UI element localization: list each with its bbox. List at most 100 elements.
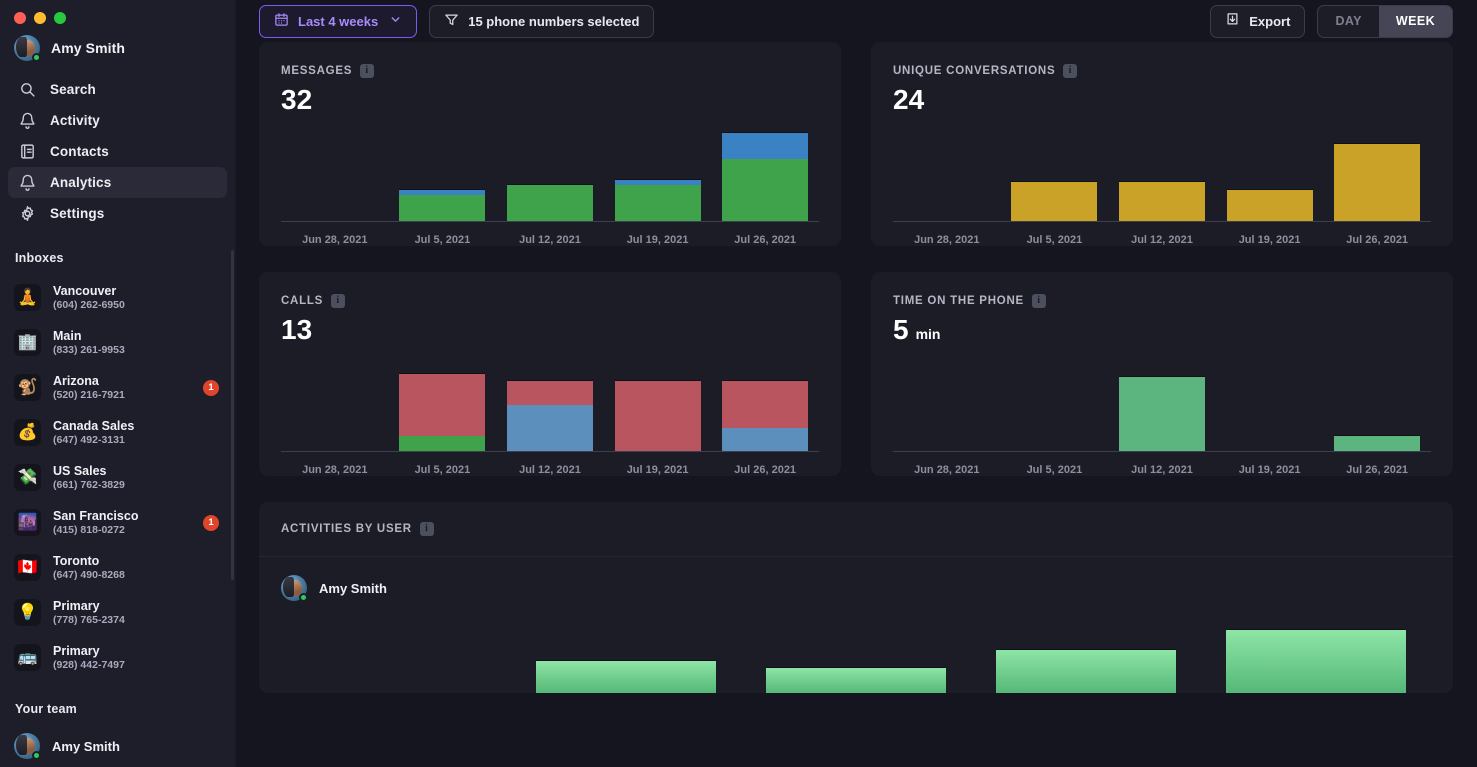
list-item[interactable]: 🇨🇦 Toronto (647) 490-8268 — [0, 545, 235, 590]
granularity-option-day[interactable]: DAY — [1318, 6, 1378, 37]
bar[interactable] — [996, 648, 1176, 693]
bar-slot[interactable] — [893, 128, 1001, 221]
bar-slot[interactable] — [1001, 128, 1109, 221]
export-button[interactable]: Export — [1210, 4, 1306, 38]
bar-segment-conversations — [1226, 190, 1313, 221]
x-axis-label: Jun 28, 2021 — [302, 234, 368, 246]
bar-slot[interactable] — [1001, 358, 1109, 451]
inbox-number: (415) 818-0272 — [53, 523, 125, 536]
x-axis-label: Jul 12, 2021 — [519, 234, 581, 246]
inbox-name: US Sales — [53, 463, 107, 478]
sidebar-item-activity[interactable]: Activity — [8, 105, 227, 136]
bar-slot[interactable] — [1216, 358, 1324, 451]
info-icon[interactable]: i — [331, 294, 346, 308]
bar[interactable] — [614, 380, 701, 451]
maximize-window-button[interactable] — [54, 11, 66, 24]
bar-slot[interactable] — [1216, 128, 1324, 221]
info-icon[interactable]: i — [1063, 64, 1078, 78]
date-range-button[interactable]: Last 4 weeks — [259, 4, 418, 38]
sidebar-item-contacts[interactable]: Contacts — [8, 136, 227, 167]
list-item[interactable]: 💰 Canada Sales (647) 492-3131 — [0, 410, 235, 455]
bar-slot[interactable] — [1323, 358, 1431, 451]
bar[interactable] — [1226, 629, 1406, 693]
card-value-number: 13 — [281, 314, 313, 345]
bar-segment-missed — [399, 373, 486, 436]
bar-slot[interactable] — [893, 358, 1001, 451]
bar[interactable] — [536, 659, 716, 693]
list-item[interactable]: 🏢 Main (833) 261-9953 — [0, 320, 235, 365]
bar[interactable] — [1226, 189, 1313, 221]
bar-segment-incoming — [722, 427, 809, 451]
bar[interactable] — [506, 380, 594, 451]
bar[interactable] — [614, 178, 701, 221]
list-item[interactable]: 🌆 San Francisco (415) 818-0272 1 — [0, 500, 235, 545]
card-value: 5 min — [893, 314, 1431, 346]
x-axis-label: Jul 26, 2021 — [1346, 464, 1409, 476]
inbox-emoji-icon: 🌆 — [14, 509, 41, 536]
bar-slot[interactable] — [511, 615, 741, 693]
bar-segment-outgoing — [722, 159, 809, 221]
bar[interactable] — [1334, 142, 1421, 221]
bar-slot[interactable] — [711, 128, 819, 221]
list-item[interactable]: Amy Smith — [0, 726, 235, 766]
granularity-option-week[interactable]: WEEK — [1378, 5, 1452, 37]
list-item[interactable]: 💸 US Sales (661) 762-3829 — [0, 455, 235, 500]
sidebar-item-search[interactable]: Search — [8, 74, 227, 105]
bar-slot[interactable] — [604, 358, 712, 451]
list-item[interactable]: 🚌 Primary (928) 442-7497 — [0, 635, 235, 680]
sidebar-scrollbar[interactable] — [231, 250, 234, 580]
bar[interactable] — [399, 372, 486, 451]
chart-axis — [893, 451, 1431, 452]
bar-slot[interactable] — [711, 358, 819, 451]
bar[interactable] — [399, 189, 486, 221]
list-item[interactable]: 🐒 Arizona (520) 216-7921 1 — [0, 365, 235, 410]
phone-number-filter-button[interactable]: 15 phone numbers selected — [429, 4, 655, 38]
profile-row[interactable]: Amy Smith — [0, 26, 235, 66]
bar[interactable] — [1118, 375, 1206, 451]
sidebar-item-analytics[interactable]: Analytics — [8, 167, 227, 198]
presence-indicator — [299, 593, 308, 602]
inbox-number: (661) 762-3829 — [53, 478, 125, 491]
chart-time-on-the-phone: Jun 28, 2021 Jul 5, 2021 Jul 12, 2021 Jul 1… — [893, 358, 1431, 476]
bar-slot[interactable] — [1323, 128, 1431, 221]
list-item[interactable]: 💡 Primary (778) 765-2374 — [0, 590, 235, 635]
list-item[interactable]: 🧘 Vancouver (604) 262-6950 — [0, 275, 235, 320]
bar-slot[interactable] — [1201, 615, 1431, 693]
bar-slot[interactable] — [741, 615, 971, 693]
bar-slot[interactable] — [971, 615, 1201, 693]
chart-bars — [893, 128, 1431, 221]
info-icon[interactable]: i — [419, 522, 434, 536]
info-icon[interactable]: i — [360, 64, 375, 78]
inbox-number: (520) 216-7921 — [53, 388, 125, 401]
bar[interactable] — [1118, 181, 1206, 221]
team-member-name: Amy Smith — [52, 738, 120, 754]
bell-icon — [18, 112, 36, 130]
bar-slot[interactable] — [1108, 358, 1216, 451]
bar-slot[interactable] — [604, 128, 712, 221]
bar-slot[interactable] — [389, 128, 497, 221]
bar[interactable] — [1011, 181, 1098, 221]
bar[interactable] — [506, 183, 594, 221]
inboxes-header: Inboxes — [15, 251, 64, 265]
bar-slot[interactable] — [281, 128, 389, 221]
chart-x-labels: Jun 28, 2021 Jul 5, 2021 Jul 12, 2021 Jul 1… — [893, 234, 1431, 246]
card-unique-conversations: UNIQUE CONVERSATIONS i 24 Jun 28, 2021 Ju… — [871, 42, 1453, 246]
bar-slot[interactable] — [1108, 128, 1216, 221]
bar-slot[interactable] — [389, 358, 497, 451]
inbox-name: Main — [53, 328, 82, 343]
info-icon[interactable]: i — [1031, 294, 1046, 308]
bar[interactable] — [722, 132, 809, 221]
bar-slot[interactable] — [281, 615, 511, 693]
bar[interactable] — [766, 667, 946, 693]
close-window-button[interactable] — [14, 11, 26, 24]
card-value-number: 32 — [281, 84, 313, 115]
bar-slot[interactable] — [496, 128, 604, 221]
sidebar-item-settings[interactable]: Settings — [8, 198, 227, 229]
inbox-name: Primary — [53, 598, 100, 613]
minimize-window-button[interactable] — [34, 11, 46, 24]
bar-slot[interactable] — [496, 358, 604, 451]
bar-slot[interactable] — [281, 358, 389, 451]
x-axis-label: Jul 12, 2021 — [519, 464, 581, 476]
bar[interactable] — [1334, 435, 1421, 451]
bar[interactable] — [722, 380, 809, 451]
